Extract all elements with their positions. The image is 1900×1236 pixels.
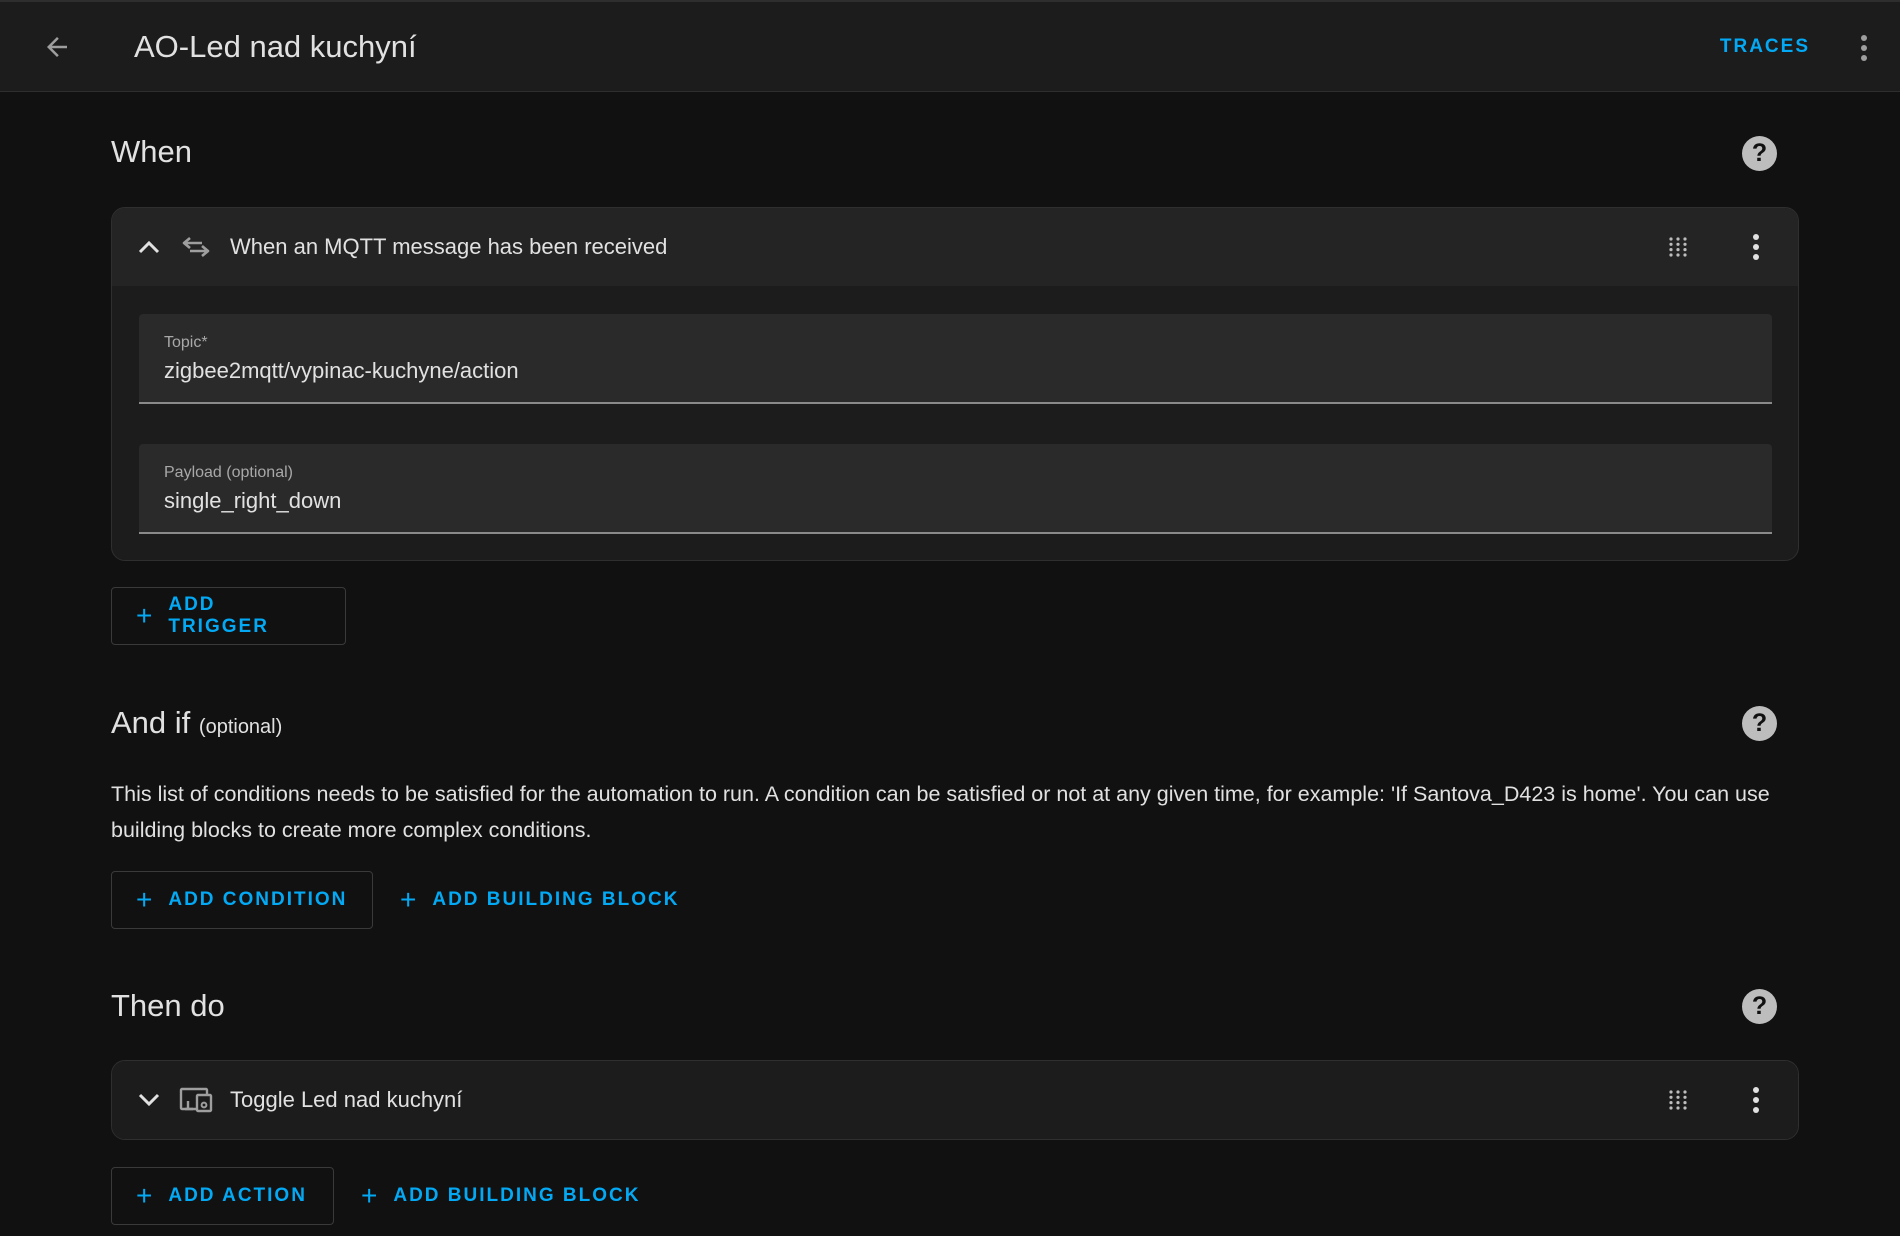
traces-button[interactable]: TRACES [1720,32,1810,62]
trigger-menu-icon[interactable] [1744,230,1768,264]
add-action-label: ADD ACTION [168,1185,307,1206]
payload-field[interactable]: Payload (optional) [139,444,1772,534]
and-if-title: And if [111,705,191,740]
page-title: AO-Led nad kuchyní [134,29,417,64]
help-icon[interactable]: ? [1742,989,1777,1024]
optional-label: (optional) [198,716,283,738]
overflow-menu-icon[interactable] [1852,30,1876,66]
drag-handle-icon[interactable] [1664,233,1692,261]
topic-label: Topic* [164,334,208,351]
add-building-block-label: ADD BUILDING BLOCK [393,1185,641,1206]
add-trigger-button[interactable]: + ADD TRIGGER [111,587,346,645]
add-building-block-label: ADD BUILDING BLOCK [432,889,680,910]
trigger-card: When an MQTT message has been received T… [111,207,1799,561]
devices-icon [178,1083,214,1117]
trigger-title: When an MQTT message has been received [230,234,668,259]
add-condition-button[interactable]: + ADD CONDITION [111,871,373,929]
trigger-card-header[interactable]: When an MQTT message has been received [112,208,1798,286]
payload-input[interactable] [164,486,1744,516]
action-title: Toggle Led nad kuchyní [230,1087,463,1112]
plus-icon: + [400,884,417,915]
plus-icon: + [361,1180,378,1211]
topic-field[interactable]: Topic* [139,314,1772,404]
add-building-block-button[interactable]: + ADD BUILDING BLOCK [376,871,703,929]
add-action-button[interactable]: + ADD ACTION [111,1167,334,1225]
add-condition-label: ADD CONDITION [168,889,348,910]
plus-icon: + [136,884,153,915]
add-building-block-button[interactable]: + ADD BUILDING BLOCK [337,1167,664,1225]
payload-label: Payload (optional) [164,464,293,481]
then-do-section-title: Then do [111,988,225,1023]
plus-icon: + [136,600,153,631]
back-arrow-icon[interactable] [36,26,78,68]
drag-handle-icon[interactable] [1664,1086,1692,1114]
action-card-header[interactable]: Toggle Led nad kuchyní [112,1061,1798,1139]
action-menu-icon[interactable] [1744,1083,1768,1117]
topic-input[interactable] [164,356,1744,386]
conditions-description: This list of conditions needs to be sati… [111,782,1770,842]
top-app-bar: AO-Led nad kuchyní TRACES [0,0,1900,92]
and-if-section-title: And if (optional) [111,705,282,741]
when-section-title: When [111,134,192,169]
action-card: Toggle Led nad kuchyní [111,1060,1799,1140]
chevron-down-icon[interactable] [132,1083,166,1117]
chevron-up-icon[interactable] [132,230,166,264]
swap-horizontal-icon [178,230,214,264]
add-trigger-label: ADD TRIGGER [168,594,269,637]
help-icon[interactable]: ? [1742,706,1777,741]
plus-icon: + [136,1180,153,1211]
help-icon[interactable]: ? [1742,136,1777,171]
